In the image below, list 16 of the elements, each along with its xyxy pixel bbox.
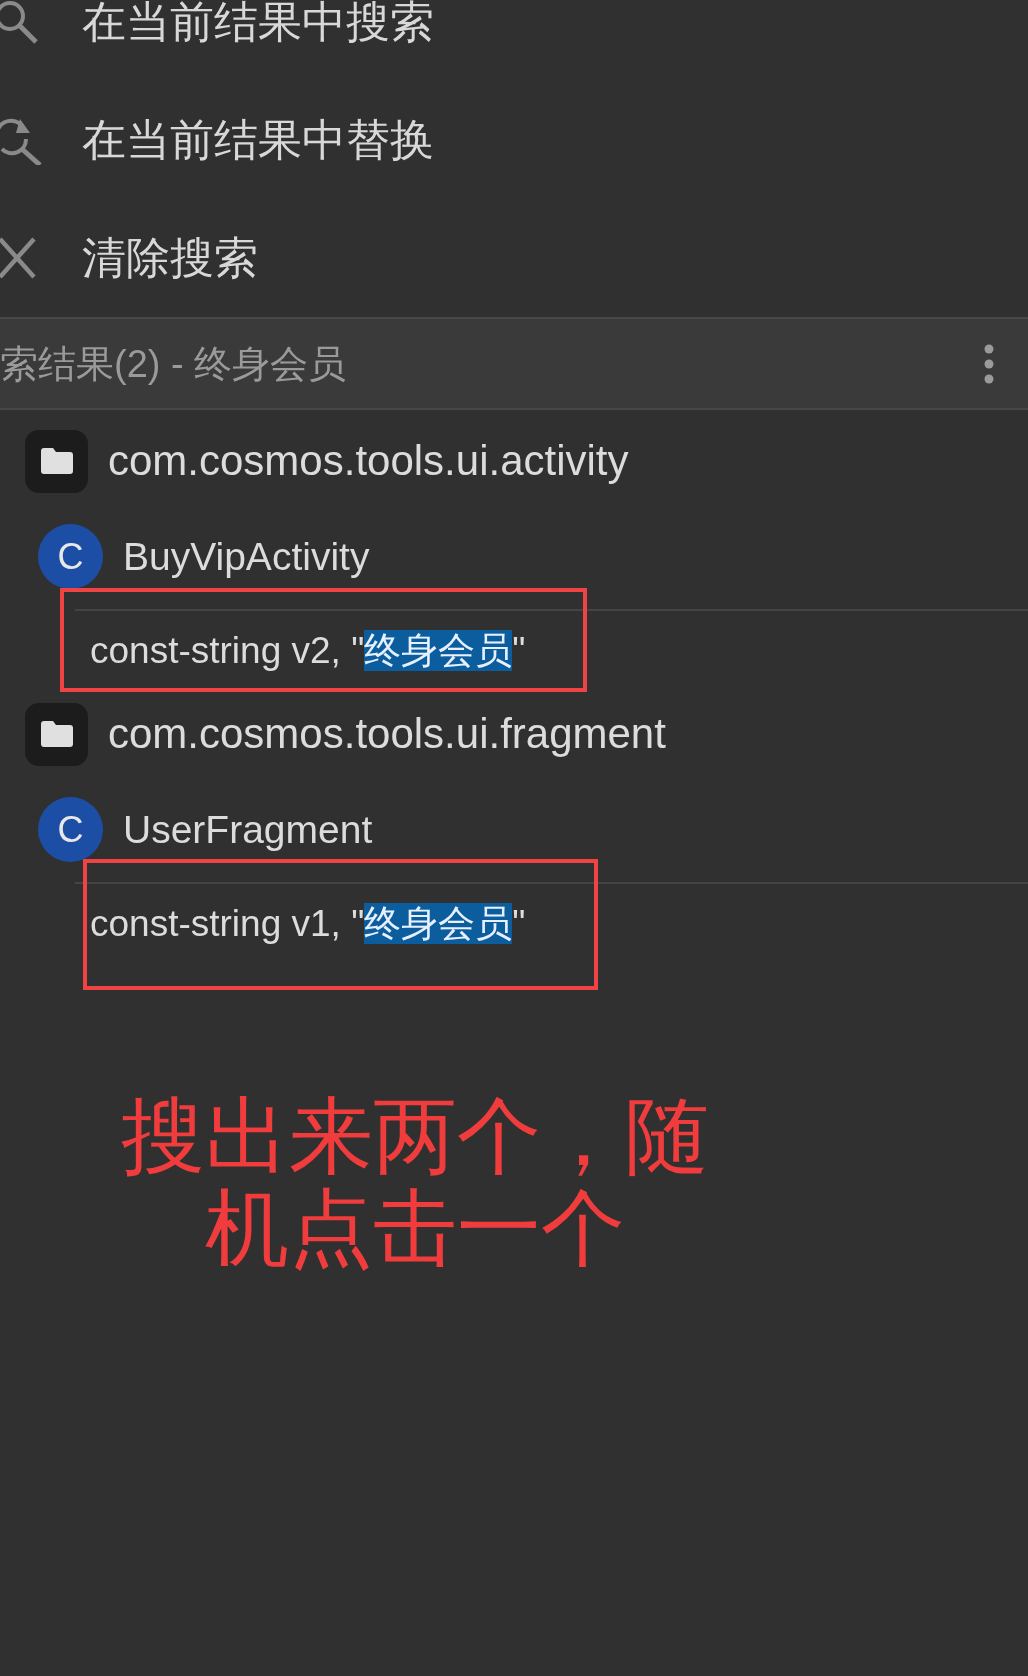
- menu-item[interactable]: 在当前结果中替换: [0, 81, 1028, 199]
- folder-icon: [25, 702, 88, 766]
- results-title: 索结果(2) - 终身会员: [0, 344, 347, 383]
- more-icon[interactable]: [984, 343, 994, 384]
- class-badge: C: [38, 797, 103, 862]
- menu-item[interactable]: 在当前结果中搜索: [0, 0, 1028, 81]
- search-icon: [0, 0, 40, 44]
- class-badge: C: [38, 524, 103, 589]
- menu-item[interactable]: 清除搜索: [0, 199, 1028, 317]
- close-icon: [0, 237, 36, 279]
- package-row[interactable]: com.cosmos.tools.ui.fragment: [0, 691, 1028, 777]
- folder-icon: [25, 429, 88, 493]
- class-row[interactable]: C UserFragment: [0, 777, 1028, 882]
- class-row[interactable]: C BuyVipActivity: [0, 504, 1028, 609]
- package-row[interactable]: com.cosmos.tools.ui.activity: [0, 418, 1028, 504]
- annotation-text: 搜出来两个，随机点击一个: [120, 1090, 710, 1274]
